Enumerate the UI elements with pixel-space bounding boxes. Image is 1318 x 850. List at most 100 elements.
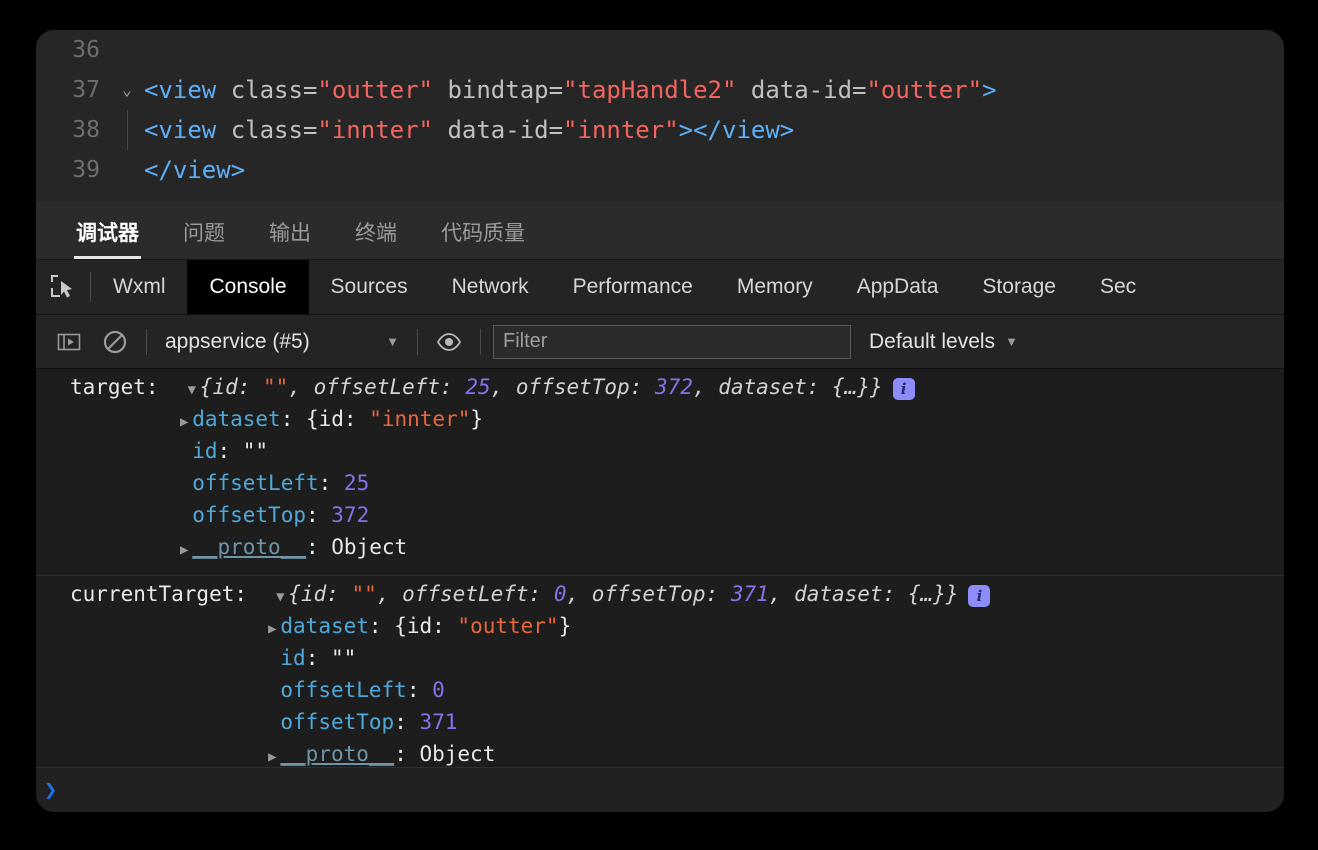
property-token: 371 — [419, 710, 458, 734]
devtools-tab-memory[interactable]: Memory — [715, 260, 835, 314]
devtools-tab-performance[interactable]: Performance — [551, 260, 715, 314]
property-token: : — [305, 646, 331, 670]
object-property-row[interactable]: ▶ dataset: {id: "outter"} — [36, 614, 1284, 646]
property-token: 25 — [343, 471, 370, 495]
console-filter-input[interactable]: Filter — [493, 324, 851, 359]
panel-tab[interactable]: 代码质量 — [425, 217, 541, 259]
chevron-down-icon-fold[interactable]: ⌄ — [110, 70, 144, 110]
property-token: id — [280, 646, 306, 670]
preview-token: 371 — [730, 582, 769, 606]
console-message-list: target: ▼ {id: "", offsetLeft: 25, offset… — [36, 369, 1284, 783]
property-token: 372 — [331, 503, 370, 527]
property-token: offsetTop — [280, 710, 395, 734]
property-token: : {id: — [280, 407, 370, 431]
triangle-down-icon[interactable]: ▼ — [184, 382, 200, 398]
object-preview: {id: "", offsetLeft: 0, offsetTop: 371, … — [288, 582, 958, 606]
property-token: id — [192, 439, 218, 463]
code-token: "innter" — [563, 116, 679, 144]
preview-token: "" — [351, 582, 377, 606]
object-property-row[interactable]: ▶ __proto__: Object — [36, 535, 1284, 567]
console-message[interactable]: target: ▼ {id: "", offsetLeft: 25, offset… — [36, 369, 1284, 576]
triangle-right-icon[interactable]: ▶ — [176, 542, 192, 558]
property-token: dataset — [192, 407, 281, 431]
object-property-row[interactable]: offsetTop: 372 — [36, 503, 1284, 535]
code-token: > — [982, 76, 997, 104]
info-badge-icon[interactable]: i — [968, 585, 991, 607]
property-token: dataset — [280, 614, 369, 638]
devtools-tab-storage[interactable]: Storage — [960, 260, 1078, 314]
console-context-select[interactable]: appservice (#5) ▼ — [155, 330, 409, 354]
property-token: : — [305, 503, 332, 527]
property-token: offsetLeft — [192, 471, 319, 495]
property-token: : — [394, 710, 420, 734]
object-property-row[interactable]: id: "" — [36, 439, 1284, 471]
panel-tab-bar: 调试器 问题 输出 终端 代码质量 — [36, 202, 1284, 260]
info-badge-icon[interactable]: i — [892, 378, 915, 400]
object-property-row[interactable]: offsetTop: 371 — [36, 710, 1284, 742]
toolbar-divider — [146, 328, 147, 355]
console-sidebar-icon[interactable] — [46, 330, 92, 354]
console-toolbar: appservice (#5) ▼ Filter Default levels … — [36, 315, 1284, 369]
code-editor-pane[interactable]: 36 37 ⌄ <view class="outter" bindtap="tapHa… — [36, 30, 1284, 202]
devtools-tab-sec[interactable]: Sec — [1078, 260, 1158, 314]
code-line: 36 — [36, 30, 1284, 70]
triangle-right-icon[interactable]: ▶ — [176, 414, 192, 430]
devtools-tab-console[interactable]: Console — [187, 260, 309, 314]
code-token: > — [678, 116, 694, 144]
console-message[interactable]: currentTarget: ▼ {id: "", offsetLeft: 0, … — [36, 576, 1284, 783]
inspect-element-icon[interactable] — [36, 260, 90, 314]
triangle-down-icon[interactable]: ▼ — [272, 589, 288, 605]
property-token: 0 — [432, 678, 445, 702]
console-filter-placeholder: Filter — [503, 330, 548, 352]
panel-tab[interactable]: 问题 — [167, 217, 241, 259]
code-token: class= — [230, 76, 318, 104]
property-token: } — [470, 407, 484, 431]
console-output[interactable]: target: ▼ {id: "", offsetLeft: 25, offset… — [36, 369, 1284, 812]
object-preview: {id: "", offsetLeft: 25, offsetTop: 372,… — [200, 375, 883, 399]
code-token: "tapHandle2" — [563, 76, 737, 104]
code-line: 39 </view> — [36, 150, 1284, 190]
devtools-tab-sources[interactable]: Sources — [309, 260, 430, 314]
property-token: "" — [242, 439, 269, 463]
panel-tab[interactable]: 终端 — [339, 217, 413, 259]
code-token: data-id= — [736, 76, 867, 104]
triangle-right-icon[interactable]: ▶ — [264, 621, 280, 637]
code-token: </view> — [693, 116, 795, 144]
property-token: __proto__ — [192, 535, 306, 559]
triangle-right-icon[interactable]: ▶ — [264, 749, 280, 765]
console-prompt[interactable]: ❯ — [36, 767, 1284, 812]
preview-token: {id: — [199, 375, 264, 399]
object-property-row[interactable]: offsetLeft: 0 — [36, 678, 1284, 710]
panel-tab[interactable]: 调试器 — [60, 217, 155, 259]
preview-token: 0 — [553, 582, 567, 606]
code-token: "innter" — [317, 116, 433, 144]
prompt-caret-icon: ❯ — [44, 777, 58, 803]
property-spacer — [176, 478, 192, 494]
code-line: 37 ⌄ <view class="outter" bindtap="tapHand… — [36, 70, 1284, 110]
code-token: "outter" — [866, 76, 983, 104]
code-token: <view — [144, 116, 231, 144]
property-token: "" — [330, 646, 357, 670]
object-property-row[interactable]: id: "" — [36, 646, 1284, 678]
devtools-tab-network[interactable]: Network — [430, 260, 551, 314]
panel-tab-list: 调试器 问题 输出 终端 代码质量 — [60, 217, 553, 259]
object-property-row[interactable]: offsetLeft: 25 — [36, 471, 1284, 503]
devtools-tab-appdata[interactable]: AppData — [835, 260, 961, 314]
preview-token: , offsetLeft: — [288, 375, 466, 399]
code-token: class= — [230, 116, 318, 144]
preview-token: , dataset: {…}} — [768, 582, 959, 606]
panel-tab[interactable]: 输出 — [253, 217, 327, 259]
property-spacer — [176, 446, 192, 462]
devtools-window: 36 37 ⌄ <view class="outter" bindtap="tapHa… — [36, 30, 1284, 812]
log-levels-select[interactable]: Default levels ▼ — [869, 330, 1018, 354]
property-token: : Object — [394, 742, 496, 766]
preview-token: 372 — [655, 375, 693, 399]
console-message-header[interactable]: target: ▼ {id: "", offsetLeft: 25, offset… — [36, 375, 1284, 407]
live-expression-icon[interactable] — [426, 332, 472, 352]
devtools-tab-wxml[interactable]: Wxml — [91, 260, 187, 314]
clear-console-icon[interactable] — [92, 329, 138, 355]
console-message-header[interactable]: currentTarget: ▼ {id: "", offsetLeft: 0, … — [36, 582, 1284, 614]
code-token: <view — [144, 76, 231, 104]
object-property-row[interactable]: ▶ dataset: {id: "innter"} — [36, 407, 1284, 439]
line-number: 36 — [72, 37, 100, 63]
